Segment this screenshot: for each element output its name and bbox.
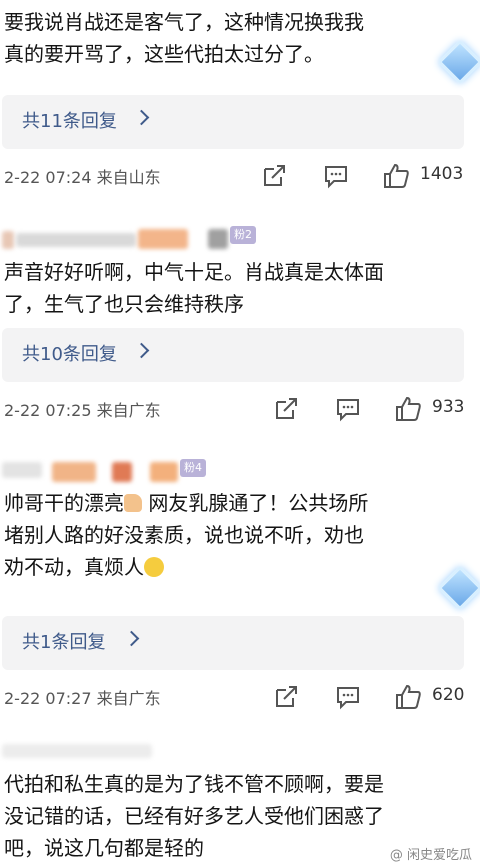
avatar — [2, 231, 14, 249]
comment-4-line-1: 代拍和私生真的是为了钱不管不顾啊，要是 — [4, 772, 384, 796]
comment-3-user[interactable]: 粉4 — [0, 456, 480, 486]
like-count: 1403 — [420, 164, 464, 184]
like-count: 933 — [432, 397, 465, 417]
reply-count-label: 共10条回复 — [22, 344, 117, 365]
comment-time: 2-22 07:25 来自广东 — [4, 401, 161, 420]
comment-3-line-1: 帅哥干的漂亮 网友乳腺通了！公共场所 — [4, 491, 369, 515]
comment-1-meta: 2-22 07:24 来自山东 1403 — [0, 160, 480, 194]
comment-4-line-2: 没记错的话，已经有好多艺人受他们困惑了 — [4, 804, 384, 828]
comment-2-meta: 2-22 07:25 来自广东 933 — [0, 393, 480, 427]
comment-3-meta: 2-22 07:27 来自广东 620 — [0, 681, 480, 715]
comment-icon[interactable] — [322, 162, 350, 190]
comment-icon[interactable] — [334, 683, 362, 711]
thumbs-up-icon[interactable] — [394, 683, 422, 711]
fan-badge: 粉2 — [230, 226, 256, 244]
username-blurred — [2, 744, 152, 758]
username-blurred — [2, 462, 42, 478]
comment-3-line-3: 劝不动，真烦人 — [4, 551, 462, 583]
chevron-right-icon — [133, 109, 150, 126]
comment-1-line-2: 真的要开骂了，这些代拍太过分了。 — [4, 42, 324, 66]
comment-2-line-1: 声音好好听啊，中气十足。肖战真是太体面 — [4, 260, 384, 284]
share-icon[interactable] — [272, 683, 300, 711]
thumbs-up-icon[interactable] — [382, 162, 410, 190]
reply-count-label: 共1条回复 — [22, 632, 106, 653]
thumbs-up-emoji-icon — [124, 494, 142, 512]
watermark: @ 闲史爱吃瓜 — [389, 848, 472, 863]
username-blurred — [138, 229, 188, 249]
comment-2-user[interactable]: 粉2 — [0, 225, 480, 255]
comment-2-line-2: 了，生气了也只会维持秩序 — [4, 292, 244, 316]
comment-3-line-2: 堵别人路的好没素质，说也说不听，劝也 — [4, 523, 364, 547]
reply-box-3[interactable]: 共1条回复 — [2, 616, 464, 670]
comment-time: 2-22 07:24 来自山东 — [4, 168, 161, 187]
comment-4-user[interactable] — [0, 738, 480, 768]
comment-1-line-1: 要我说肖战还是客气了，这种情况换我我 — [4, 10, 364, 34]
comment-icon[interactable] — [334, 395, 362, 423]
fan-badge: 粉4 — [180, 459, 206, 477]
share-icon[interactable] — [260, 162, 288, 190]
chevron-right-icon — [123, 630, 140, 647]
username-blurred — [16, 233, 136, 247]
username-blurred — [52, 462, 96, 482]
avatar — [208, 229, 228, 249]
reply-box-1[interactable]: 共11条回复 — [2, 95, 464, 149]
smile-emoji-icon — [144, 557, 164, 577]
reply-box-2[interactable]: 共10条回复 — [2, 328, 464, 382]
reply-count-label: 共11条回复 — [22, 111, 117, 132]
like-count: 620 — [432, 685, 465, 705]
share-icon[interactable] — [272, 395, 300, 423]
comment-time: 2-22 07:27 来自广东 — [4, 689, 161, 708]
chevron-right-icon — [133, 342, 150, 359]
avatar — [150, 462, 178, 482]
thumbs-up-icon[interactable] — [394, 395, 422, 423]
avatar — [112, 462, 132, 482]
